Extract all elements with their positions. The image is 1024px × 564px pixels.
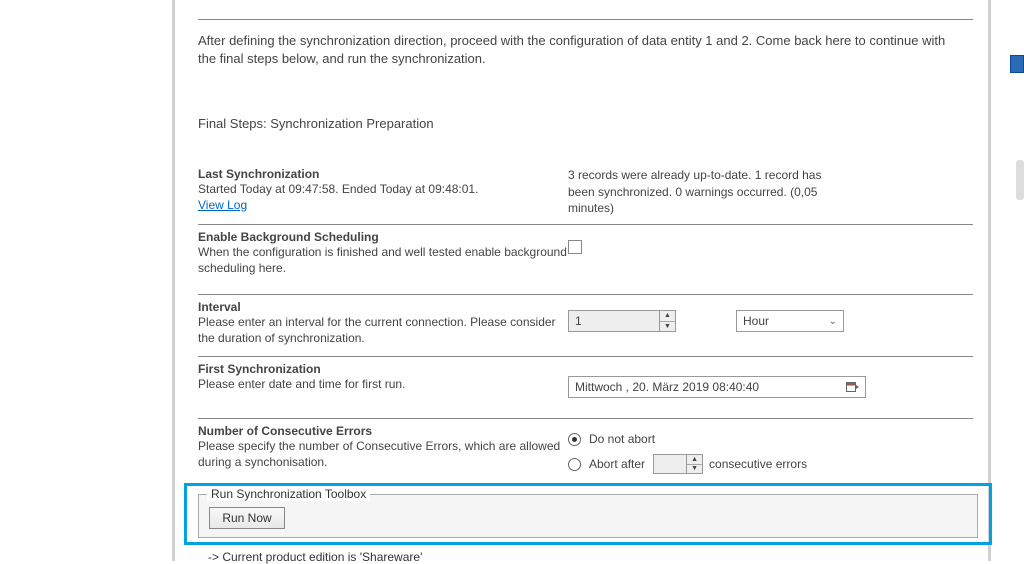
spinner-arrows: ▲ ▼ <box>686 455 702 473</box>
errors-left: Number of Consecutive Errors Please spec… <box>198 424 568 470</box>
run-now-button[interactable]: Run Now <box>209 507 285 529</box>
abort-count-spinner[interactable]: ▲ ▼ <box>653 454 703 474</box>
errors-row: Number of Consecutive Errors Please spec… <box>198 424 978 482</box>
radio-no-abort-row: Do not abort <box>568 432 978 446</box>
scrollbar-thumb[interactable] <box>1016 160 1024 200</box>
side-widget-icon[interactable] <box>1010 55 1024 73</box>
toolbox-legend: Run Synchronization Toolbox <box>207 487 370 501</box>
spinner-down-icon[interactable]: ▼ <box>687 465 702 474</box>
spinner-up-icon[interactable]: ▲ <box>687 455 702 465</box>
right-panel-border <box>988 0 991 561</box>
errors-right: Do not abort Abort after ▲ ▼ consecutive… <box>568 424 978 482</box>
radio-no-abort-label: Do not abort <box>589 432 655 446</box>
radio-abort-suffix: consecutive errors <box>709 457 807 471</box>
radio-no-abort[interactable] <box>568 433 581 446</box>
run-now-label: Run Now <box>222 511 271 525</box>
errors-title: Number of Consecutive Errors <box>198 424 568 438</box>
radio-abort-after[interactable] <box>568 458 581 471</box>
radio-abort-row: Abort after ▲ ▼ consecutive errors <box>568 454 978 474</box>
radio-abort-prefix: Abort after <box>589 457 645 471</box>
log-output-line: -> Current product edition is 'Shareware… <box>208 550 422 564</box>
errors-desc: Please specify the number of Consecutive… <box>198 438 568 470</box>
run-sync-toolbox: Run Synchronization Toolbox Run Now <box>198 494 978 538</box>
left-panel-border <box>172 0 175 561</box>
